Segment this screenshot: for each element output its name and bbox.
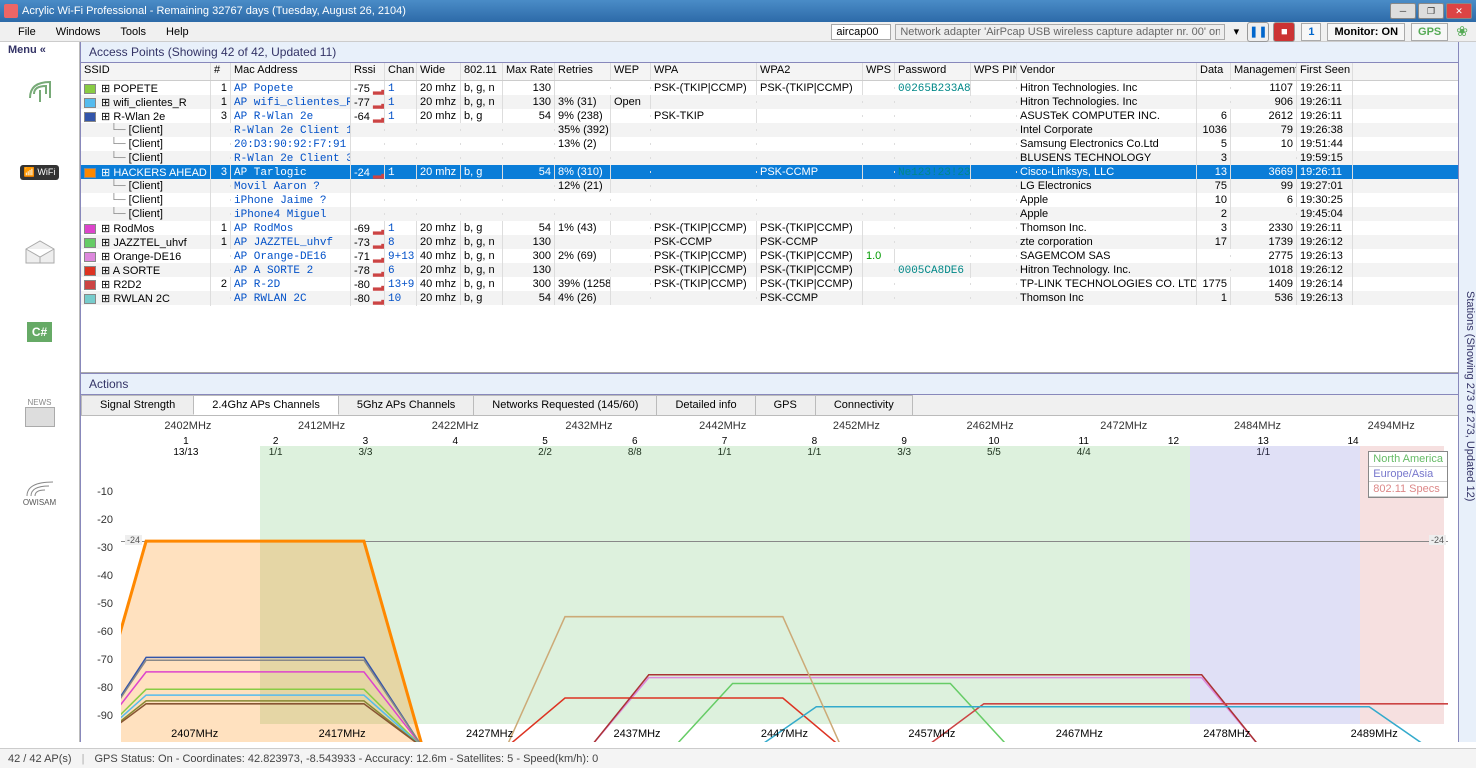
menu-collapse[interactable]: Menu « bbox=[8, 44, 46, 56]
adapter-name-input[interactable] bbox=[831, 24, 891, 40]
close-button[interactable]: ✕ bbox=[1446, 3, 1472, 19]
table-row[interactable]: └─ [Client]20:D3:90:92:F7:9113% (2)Samsu… bbox=[81, 137, 1458, 151]
col-wide[interactable]: Wide bbox=[417, 63, 461, 80]
ap-grid[interactable]: SSID#Mac AddressRssiChanWide802.11Max Ra… bbox=[81, 63, 1458, 373]
table-row[interactable]: ⊞ POPETE1AP Popete-75 ▂▃120 mhzb, g, n13… bbox=[81, 81, 1458, 95]
table-row[interactable]: ⊞ HACKERS AHEAD3AP Tarlogic-24 ▂▃120 mhz… bbox=[81, 165, 1458, 179]
col-data[interactable]: Data bbox=[1197, 63, 1231, 80]
col-chan[interactable]: Chan bbox=[385, 63, 417, 80]
col-wpa2[interactable]: WPA2 bbox=[757, 63, 863, 80]
col-wps[interactable]: WPS bbox=[863, 63, 895, 80]
col-mac-address[interactable]: Mac Address bbox=[231, 63, 351, 80]
actions-tabs: Signal Strength2.4Ghz APs Channels5Ghz A… bbox=[81, 395, 1458, 416]
nav-owisam-icon[interactable]: OWISAM bbox=[15, 472, 65, 512]
table-row[interactable]: ⊞ RodMos1AP RodMos-69 ▂▃120 mhzb, g541% … bbox=[81, 221, 1458, 235]
table-row[interactable]: ⊞ A SORTEAP A SORTE 2-78 ▂▃620 mhzb, g, … bbox=[81, 263, 1458, 277]
stations-panel-header[interactable]: Stations (Showing 273 of 273, Updated 12… bbox=[1458, 42, 1476, 742]
table-row[interactable]: ⊞ R-Wlan 2e3AP R-Wlan 2e-64 ▂▃120 mhzb, … bbox=[81, 109, 1458, 123]
col-rssi[interactable]: Rssi bbox=[351, 63, 385, 80]
col-wpa[interactable]: WPA bbox=[651, 63, 757, 80]
status-ap-count: 42 / 42 AP(s) bbox=[8, 753, 72, 765]
menu-tools[interactable]: Tools bbox=[110, 24, 156, 40]
table-row[interactable]: └─ [Client]iPhone4 MiguelApple219:45:04 bbox=[81, 207, 1458, 221]
table-row[interactable]: └─ [Client]iPhone Jaime ?Apple10619:30:2… bbox=[81, 193, 1458, 207]
col-vendor[interactable]: Vendor bbox=[1017, 63, 1197, 80]
table-row[interactable]: ⊞ JAZZTEL_uhvf1AP JAZZTEL_uhvf-73 ▂▃820 … bbox=[81, 235, 1458, 249]
app-icon bbox=[4, 4, 18, 18]
record-button[interactable]: ■ bbox=[1273, 22, 1295, 42]
menu-file[interactable]: File bbox=[8, 24, 46, 40]
adapter-desc-input[interactable] bbox=[895, 24, 1225, 40]
actions-header: Actions bbox=[81, 373, 1458, 395]
gps-status[interactable]: GPS bbox=[1411, 23, 1448, 41]
col-management[interactable]: Management bbox=[1231, 63, 1297, 80]
table-row[interactable]: ⊞ RWLAN 2CAP RWLAN 2C-80 ▂▃1020 mhzb, g5… bbox=[81, 291, 1458, 305]
table-row[interactable]: ⊞ Orange-DE16AP Orange-DE16-71 ▂▃9+1340 … bbox=[81, 249, 1458, 263]
monitor-status[interactable]: Monitor: ON bbox=[1327, 23, 1405, 41]
adapter-count: 1 bbox=[1301, 23, 1321, 41]
channel-chart: 2402MHz2412MHz2422MHz2432MHz2442MHz2452M… bbox=[81, 416, 1458, 742]
table-row[interactable]: └─ [Client]R-Wlan 2e Client 135% (392)In… bbox=[81, 123, 1458, 137]
nav-news-icon[interactable]: NEWS bbox=[15, 392, 65, 432]
window-title: Acrylic Wi-Fi Professional - Remaining 3… bbox=[22, 5, 1390, 17]
status-gps: GPS Status: On - Coordinates: 42.823973,… bbox=[94, 753, 598, 765]
left-nav: 📶 WiFi C# NEWS OWISAM bbox=[0, 42, 80, 742]
nav-inventory-icon[interactable] bbox=[15, 232, 65, 272]
table-row[interactable]: ⊞ R2D22AP R-2D-80 ▂▃13+940 mhzb, g, n300… bbox=[81, 277, 1458, 291]
maximize-button[interactable]: ❐ bbox=[1418, 3, 1444, 19]
nav-wifi-icon[interactable]: 📶 WiFi bbox=[15, 152, 65, 192]
col-password[interactable]: Password bbox=[895, 63, 971, 80]
tab-5ghz-aps-channels[interactable]: 5Ghz APs Channels bbox=[338, 395, 474, 415]
col--[interactable]: # bbox=[211, 63, 231, 80]
nav-scripts-icon[interactable]: C# bbox=[15, 312, 65, 352]
ap-panel-header: Access Points (Showing 42 of 42, Updated… bbox=[81, 42, 1458, 63]
chart-legend: North AmericaEurope/Asia802.11 Specs bbox=[1368, 451, 1448, 498]
tab-connectivity[interactable]: Connectivity bbox=[815, 395, 913, 415]
col-retries[interactable]: Retries bbox=[555, 63, 611, 80]
menu-windows[interactable]: Windows bbox=[46, 24, 111, 40]
menu-help[interactable]: Help bbox=[156, 24, 199, 40]
col-wep[interactable]: WEP bbox=[611, 63, 651, 80]
tab-signal-strength[interactable]: Signal Strength bbox=[81, 395, 194, 415]
tab-detailed-info[interactable]: Detailed info bbox=[656, 395, 755, 415]
title-bar: Acrylic Wi-Fi Professional - Remaining 3… bbox=[0, 0, 1476, 22]
status-bar: 42 / 42 AP(s) | GPS Status: On - Coordin… bbox=[0, 748, 1476, 768]
table-row[interactable]: └─ [Client]R-Wlan 2e Client 3BLUSENS TEC… bbox=[81, 151, 1458, 165]
minimize-button[interactable]: ─ bbox=[1390, 3, 1416, 19]
menu-bar: File Windows Tools Help ▾ ❚❚ ■ 1 Monitor… bbox=[0, 22, 1476, 42]
table-row[interactable]: └─ [Client]Movil Aaron ?12% (21)LG Elect… bbox=[81, 179, 1458, 193]
col-802-11[interactable]: 802.11 bbox=[461, 63, 503, 80]
col-max-rate[interactable]: Max Rate bbox=[503, 63, 555, 80]
nav-aps-icon[interactable] bbox=[15, 72, 65, 112]
pause-button[interactable]: ❚❚ bbox=[1247, 22, 1269, 42]
tab-gps[interactable]: GPS bbox=[755, 395, 816, 415]
tab-2-4ghz-aps-channels[interactable]: 2.4Ghz APs Channels bbox=[193, 395, 339, 415]
col-wps-pin[interactable]: WPS PIN bbox=[971, 63, 1017, 80]
col-ssid[interactable]: SSID bbox=[81, 63, 211, 80]
tab-networks-requested-145-60-[interactable]: Networks Requested (145/60) bbox=[473, 395, 657, 415]
table-row[interactable]: ⊞ wifi_clientes_R1AP wifi_clientes_R-77 … bbox=[81, 95, 1458, 109]
col-first-seen[interactable]: First Seen bbox=[1297, 63, 1353, 80]
